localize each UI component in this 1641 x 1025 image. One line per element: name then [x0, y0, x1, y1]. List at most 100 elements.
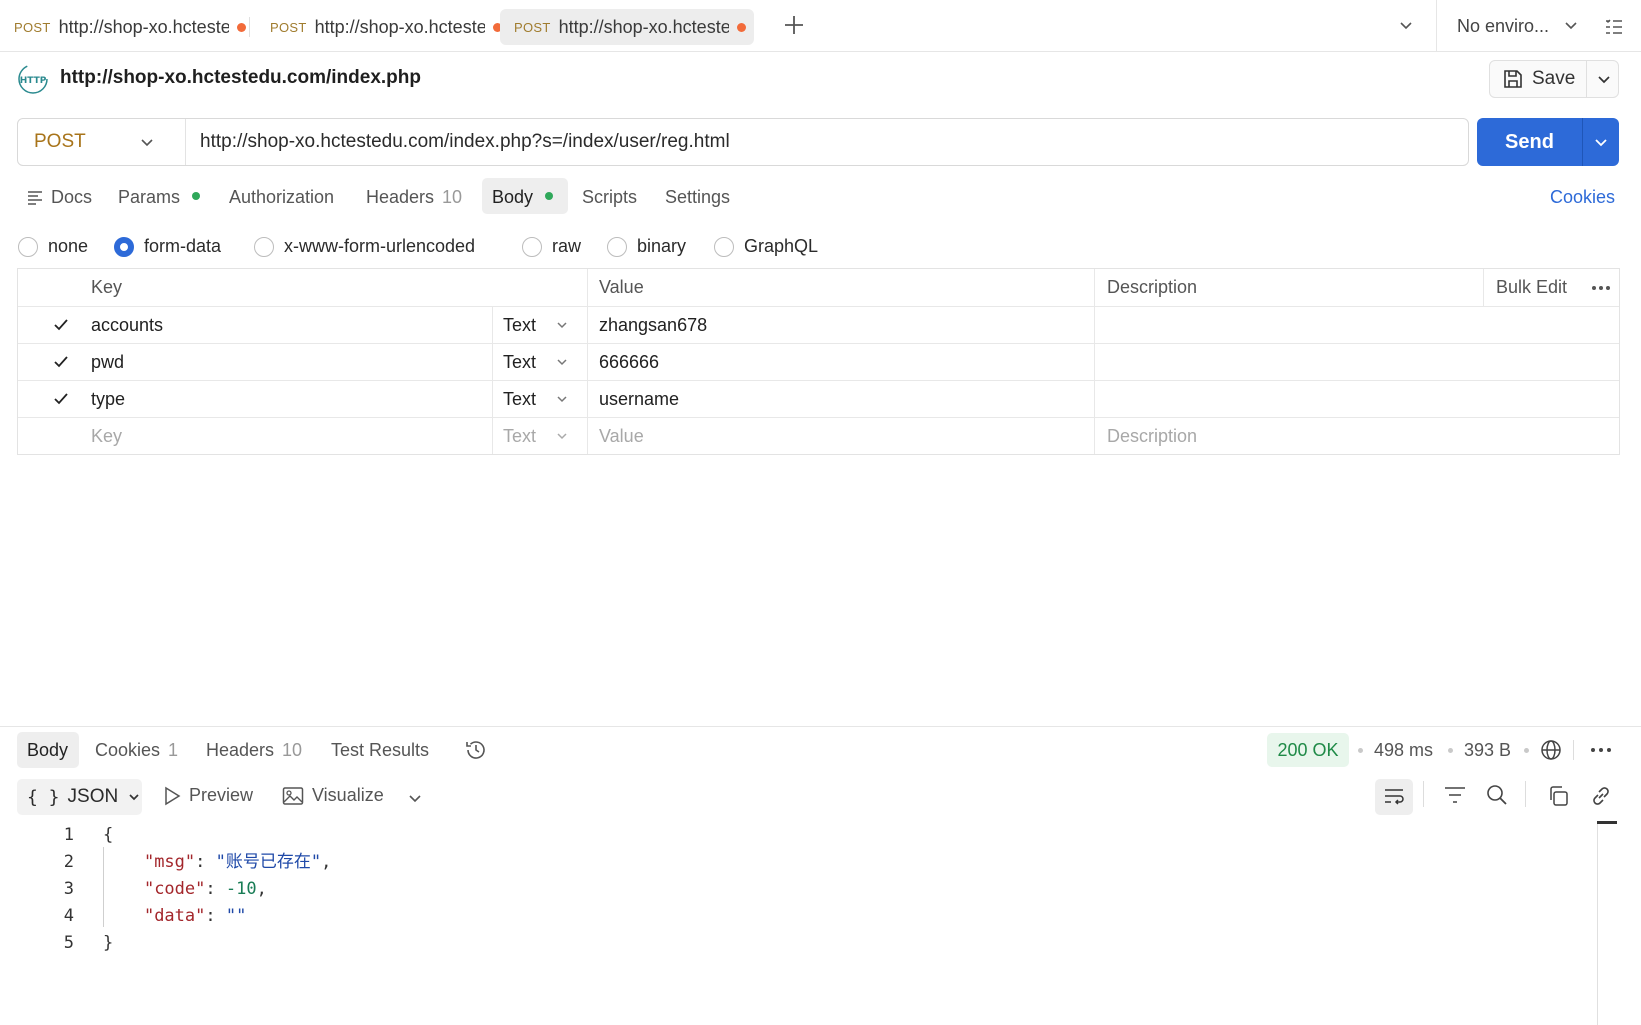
row-type-select[interactable]: Text: [503, 344, 536, 380]
row-value[interactable]: 666666: [599, 344, 659, 380]
request-tab-active[interactable]: POST http://shop-xo.hctestedu.com/index.…: [500, 9, 754, 45]
format-label: JSON: [67, 786, 119, 807]
form-data-table: Key Value Description Bulk Edit accounts…: [17, 268, 1620, 455]
request-title[interactable]: http://shop-xo.hctestedu.com/index.php: [60, 67, 421, 89]
save-button[interactable]: Save: [1489, 60, 1619, 98]
request-tab[interactable]: POST http://shop-xo.hctestedu.com/index.…: [256, 9, 510, 45]
filter-icon[interactable]: [1444, 786, 1466, 804]
column-divider: [587, 307, 588, 343]
response-tab-body[interactable]: Body: [27, 740, 68, 761]
radio-none[interactable]: none: [18, 236, 88, 257]
separator-dot: [1358, 748, 1363, 753]
response-tab-cookies[interactable]: Cookies 1: [95, 740, 178, 761]
type-chevron-icon[interactable]: [556, 418, 568, 454]
json-string-value: "账号已存在": [215, 852, 322, 872]
response-size[interactable]: 393 B: [1464, 740, 1511, 761]
tab-authorization[interactable]: Authorization: [229, 187, 334, 208]
json-brace-open: {: [103, 825, 114, 845]
response-divider[interactable]: [0, 726, 1641, 727]
environment-quick-look-icon[interactable]: [1604, 17, 1624, 37]
row-checkbox-checked[interactable]: [52, 390, 70, 408]
type-placeholder[interactable]: Text: [503, 418, 536, 454]
tabs-overflow-chevron-icon[interactable]: [1399, 18, 1413, 32]
link-icon[interactable]: [1590, 785, 1612, 807]
row-checkbox-checked[interactable]: [52, 316, 70, 334]
radio-graphql[interactable]: GraphQL: [714, 236, 818, 257]
format-select[interactable]: { } JSON: [17, 779, 142, 815]
row-key[interactable]: accounts: [91, 307, 163, 343]
column-divider: [1094, 381, 1095, 417]
response-tab-test-results[interactable]: Test Results: [331, 740, 429, 761]
row-value[interactable]: username: [599, 381, 679, 417]
row-key[interactable]: pwd: [91, 344, 124, 380]
type-chevron-icon[interactable]: [556, 307, 568, 343]
tab-headers[interactable]: Headers 10: [366, 187, 462, 208]
copy-icon[interactable]: [1547, 785, 1569, 807]
radio-form-data[interactable]: form-data: [114, 236, 221, 257]
response-time[interactable]: 498 ms: [1374, 740, 1433, 761]
column-divider: [492, 381, 493, 417]
radio-binary[interactable]: binary: [607, 236, 686, 257]
response-more-icon[interactable]: [1590, 747, 1612, 753]
more-options-icon[interactable]: [1591, 269, 1611, 306]
preview-button[interactable]: Preview: [163, 785, 253, 806]
column-header-key: Key: [91, 277, 123, 297]
description-placeholder[interactable]: Description: [1107, 418, 1197, 454]
tab-method: POST: [14, 19, 51, 35]
params-indicator-dot: [192, 192, 201, 201]
tab-scripts[interactable]: Scripts: [582, 187, 637, 208]
tab-docs[interactable]: Docs: [51, 187, 92, 208]
http-icon: HTTP: [17, 63, 49, 95]
response-json-body[interactable]: { "msg": "账号已存在", "code": -10, "data": "…: [103, 822, 331, 957]
radio-raw[interactable]: raw: [522, 236, 581, 257]
wrap-lines-button[interactable]: [1375, 779, 1413, 815]
divider: [1525, 781, 1526, 807]
network-globe-icon[interactable]: [1540, 739, 1562, 761]
tab-settings[interactable]: Settings: [665, 187, 730, 208]
value-placeholder[interactable]: Value: [599, 418, 644, 454]
column-divider: [587, 344, 588, 380]
tab-body[interactable]: Body: [492, 187, 554, 208]
visualize-button[interactable]: Visualize: [282, 785, 384, 806]
code-scrollbar-thumb[interactable]: [1597, 821, 1617, 824]
bulk-edit-button[interactable]: Bulk Edit: [1496, 269, 1567, 306]
column-divider: [1094, 418, 1095, 454]
row-key[interactable]: type: [91, 381, 125, 417]
row-type-select[interactable]: Text: [503, 307, 536, 343]
table-row: pwd Text 666666: [18, 343, 1619, 380]
request-tab[interactable]: POST http://shop-xo.hctestedu.com/index.…: [0, 9, 254, 45]
tab-divider: [249, 17, 250, 37]
save-options-chevron-icon[interactable]: [1597, 72, 1611, 86]
tab-params[interactable]: Params: [118, 187, 201, 208]
send-options-chevron-icon[interactable]: [1594, 135, 1608, 149]
type-chevron-icon[interactable]: [556, 381, 568, 417]
wrap-lines-icon: [1385, 789, 1404, 805]
environment-chevron-icon[interactable]: [1564, 18, 1578, 32]
play-icon: [163, 786, 181, 806]
key-placeholder[interactable]: Key: [91, 418, 122, 454]
column-divider: [587, 381, 588, 417]
cookies-link[interactable]: Cookies: [1550, 187, 1615, 208]
history-icon[interactable]: [464, 738, 488, 762]
row-checkbox-checked[interactable]: [52, 353, 70, 371]
environment-select[interactable]: No enviro...: [1457, 16, 1549, 37]
method-select[interactable]: POST: [18, 119, 186, 165]
response-tab-headers[interactable]: Headers 10: [206, 740, 302, 761]
divider: [1582, 118, 1583, 166]
line-number: 1: [63, 825, 74, 845]
url-input[interactable]: http://shop-xo.hctestedu.com/index.php?s…: [186, 131, 730, 153]
new-tab-icon[interactable]: [783, 14, 805, 36]
response-headers-count: 10: [282, 740, 303, 760]
line-number: 2: [63, 852, 74, 872]
image-icon: [282, 786, 304, 806]
type-chevron-icon[interactable]: [556, 344, 568, 380]
status-badge[interactable]: 200 OK: [1267, 733, 1349, 767]
send-button[interactable]: Send: [1477, 118, 1619, 166]
visualize-chevron-icon[interactable]: [408, 791, 422, 805]
search-icon[interactable]: [1486, 784, 1508, 806]
row-type-select[interactable]: Text: [503, 381, 536, 417]
row-value[interactable]: zhangsan678: [599, 307, 707, 343]
code-scrollbar-track[interactable]: [1597, 822, 1598, 1025]
line-number: 4: [63, 906, 74, 926]
radio-urlencoded[interactable]: x-www-form-urlencoded: [254, 236, 475, 257]
